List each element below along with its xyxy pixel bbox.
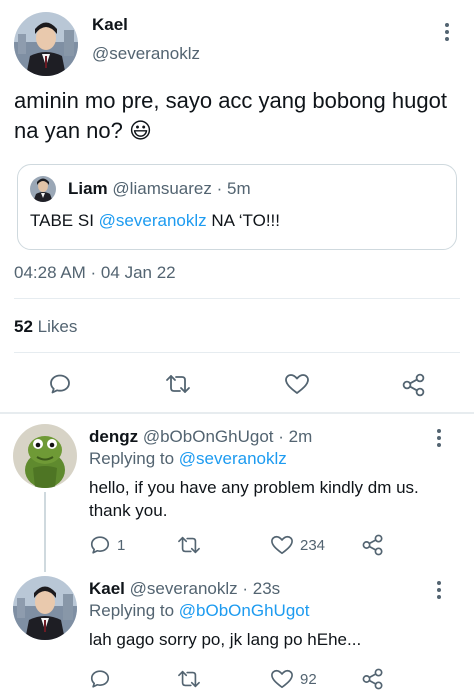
reply-button[interactable]: 1 [89, 534, 125, 556]
share-icon [362, 534, 383, 556]
comment-bubble-icon [50, 374, 70, 394]
retweet-icon [178, 536, 200, 554]
reply-tweet[interactable]: Kael @severanoklz · 23s Replying to @bOb… [0, 572, 474, 698]
reply-time[interactable]: 2m [289, 427, 313, 446]
comment-bubble-icon [90, 670, 110, 688]
quoted-separator: · [216, 179, 223, 198]
reply-author-avatar[interactable] [13, 424, 77, 488]
divider [14, 298, 460, 299]
reply-tweet[interactable]: dengz @bObOnGhUgot · 2m Replying to @sev… [0, 414, 474, 572]
reply-count: 1 [117, 536, 126, 554]
like-count: 234 [300, 536, 326, 554]
share-icon [402, 373, 425, 397]
retweet-button[interactable] [176, 534, 208, 556]
like-button[interactable] [284, 372, 310, 396]
reply-author-name[interactable]: dengz [89, 427, 138, 446]
quoted-text-prefix: TABE SI [30, 211, 99, 230]
reply-header: Kael @severanoklz · 23s [89, 579, 280, 599]
reply-separator: · [278, 427, 284, 446]
reply-button[interactable] [48, 372, 72, 396]
tweet-timestamp[interactable]: 04:28 AM · 04 Jan 22 [14, 263, 176, 283]
more-vertical-icon[interactable] [429, 426, 449, 450]
quoted-author-name: Liam [68, 179, 108, 198]
quoted-author-handle: @liamsuarez [112, 179, 212, 198]
reply-text: lah gago sorry po, jk lang po hEhe... [89, 630, 362, 649]
divider [14, 352, 460, 353]
likes-stat[interactable]: 52 Likes [14, 317, 77, 337]
quoted-mention-link[interactable]: @severanoklz [99, 211, 207, 230]
replying-to-label: Replying to [89, 449, 175, 468]
replying-to-link[interactable]: @severanoklz [179, 449, 287, 468]
reply-button[interactable] [89, 668, 117, 690]
reply-header: dengz @bObOnGhUgot · 2m [89, 427, 312, 447]
retweet-button[interactable] [164, 372, 192, 396]
reply-separator: · [242, 579, 249, 598]
replying-to-line: Replying to @bObOnGhUgot [89, 601, 309, 621]
reply-author-handle[interactable]: @bObOnGhUgot [143, 427, 274, 446]
share-icon [362, 668, 383, 690]
reply-text: hello, if you have any problem kindly dm… [89, 478, 419, 520]
heart-icon [271, 535, 293, 555]
author-avatar[interactable] [14, 12, 78, 76]
quoted-text-suffix: NA ‘TO!!! [206, 211, 280, 230]
comment-bubble-icon [90, 536, 110, 554]
likes-label: Likes [37, 317, 78, 336]
like-count: 92 [300, 670, 317, 688]
thread-line [44, 492, 46, 572]
more-vertical-icon[interactable] [437, 20, 457, 44]
share-button[interactable] [401, 372, 427, 398]
replying-to-link[interactable]: @bObOnGhUgot [179, 601, 310, 620]
quoted-time: 5m [227, 179, 251, 198]
likes-count: 52 [14, 317, 33, 336]
share-button[interactable] [361, 533, 385, 557]
replying-to-line: Replying to @severanoklz [89, 449, 287, 469]
quoted-author-avatar [30, 176, 56, 202]
tweet-text: aminin mo pre, sayo acc yang bobong hugo… [14, 88, 447, 143]
quoted-text: TABE SI @severanoklz NA ‘TO!!! [30, 211, 280, 231]
share-button[interactable] [361, 667, 385, 691]
reply-author-handle[interactable]: @severanoklz [130, 579, 238, 598]
replying-to-label: Replying to [89, 601, 175, 620]
like-button[interactable]: 234 [270, 534, 325, 556]
quoted-tweet[interactable]: Liam @liamsuarez · 5m TABE SI @severanok… [17, 164, 457, 250]
retweet-icon [166, 375, 190, 393]
like-button[interactable]: 92 [270, 668, 317, 690]
author-handle[interactable]: @severanoklz [92, 44, 200, 64]
reply-author-name[interactable]: Kael [89, 579, 125, 598]
author-name[interactable]: Kael [92, 15, 128, 35]
retweet-button[interactable] [176, 668, 208, 690]
more-vertical-icon[interactable] [429, 578, 449, 602]
reply-author-avatar[interactable] [13, 576, 77, 640]
heart-icon [271, 669, 293, 689]
retweet-icon [178, 670, 200, 688]
reply-time[interactable]: 23s [253, 579, 280, 598]
heart-icon [285, 374, 309, 394]
quoted-header: Liam @liamsuarez · 5m [68, 179, 251, 199]
